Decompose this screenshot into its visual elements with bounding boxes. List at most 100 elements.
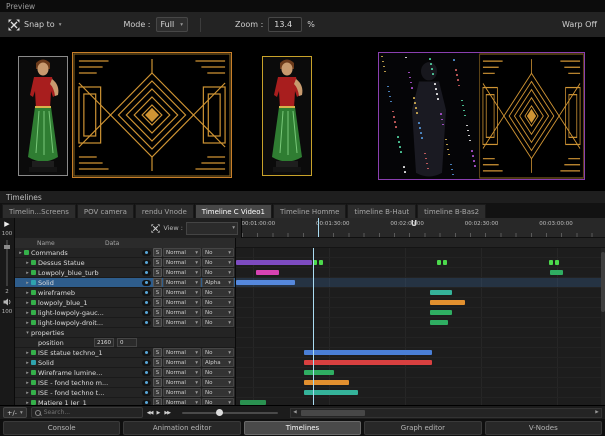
blend-mode-dropdown[interactable]: Normal▾: [163, 248, 201, 257]
timeline-tab-timeline-b-haut[interactable]: timeline B-Haut: [347, 204, 416, 218]
visibility-eye-icon[interactable]: [142, 270, 151, 276]
solo-button[interactable]: S: [153, 318, 162, 327]
matte-dropdown[interactable]: No▾: [202, 388, 234, 397]
scroll-left-icon[interactable]: ◀: [291, 410, 299, 415]
clip-bar[interactable]: [437, 260, 441, 265]
clip-bar[interactable]: [236, 260, 312, 265]
timeline-tab-timeline-b-bas2[interactable]: timeline B-Bas2: [417, 204, 486, 218]
visibility-eye-icon[interactable]: [142, 280, 151, 286]
track-lane-2[interactable]: [236, 268, 605, 278]
matte-dropdown[interactable]: No▾: [202, 268, 234, 277]
slider-knob[interactable]: [216, 409, 223, 416]
track-row-light-lowpoly-gauc[interactable]: ▸light-lowpoly-gauc...SNormal▾No▾: [15, 308, 235, 318]
expand-arrow-icon[interactable]: ▸: [24, 300, 31, 306]
track-row-lowpoly_blue_turb[interactable]: ▸Lowpoly_blue_turbSNormal▾No▾: [15, 268, 235, 278]
vertical-scrollbar-thumb[interactable]: [601, 252, 605, 312]
timeline-tab-pov-camera[interactable]: POV camera: [77, 204, 134, 218]
vertical-scrollbar[interactable]: [601, 248, 605, 405]
track-canvas[interactable]: [236, 248, 605, 405]
clip-bar[interactable]: [304, 370, 334, 375]
opacity-top-value[interactable]: 100: [2, 231, 13, 237]
expand-arrow-icon[interactable]: ▸: [17, 250, 24, 256]
tab-animation-editor[interactable]: Animation editor: [123, 421, 240, 435]
scrollbar-thumb[interactable]: [301, 410, 365, 416]
solo-button[interactable]: S: [153, 268, 162, 277]
track-lane-4[interactable]: [236, 288, 605, 298]
visibility-eye-icon[interactable]: [142, 370, 151, 376]
clip-bar[interactable]: [236, 280, 295, 285]
track-lane-5[interactable]: [236, 298, 605, 308]
playhead[interactable]: [318, 218, 319, 237]
matte-dropdown[interactable]: No▾: [202, 348, 234, 357]
solo-button[interactable]: S: [153, 398, 162, 405]
blend-mode-dropdown[interactable]: Normal▾: [163, 348, 201, 357]
tab-console[interactable]: Console: [3, 421, 120, 435]
matte-dropdown[interactable]: Alpha▾: [202, 278, 234, 287]
scrollbar-track[interactable]: [299, 410, 593, 416]
clip-bar[interactable]: [549, 260, 553, 265]
solo-button[interactable]: S: [153, 308, 162, 317]
speed-value[interactable]: 2: [5, 289, 9, 295]
track-lane-8[interactable]: [236, 328, 605, 338]
visibility-eye-icon[interactable]: [142, 360, 151, 366]
scroll-right-icon[interactable]: ▶: [593, 410, 601, 415]
matte-dropdown[interactable]: No▾: [202, 398, 234, 405]
expand-arrow-icon[interactable]: ▸: [24, 360, 31, 366]
blend-mode-dropdown[interactable]: Normal▾: [163, 268, 201, 277]
solo-button[interactable]: S: [153, 258, 162, 267]
clip-bar[interactable]: [550, 270, 563, 275]
tab-v-nodes[interactable]: V-Nodes: [485, 421, 602, 435]
timeline-tab-timeline-c-video1[interactable]: Timeline C Video1: [195, 204, 272, 218]
solo-button[interactable]: S: [153, 368, 162, 377]
track-row-dessus-statue[interactable]: ▸Dessus StatueSNormal▾No▾: [15, 258, 235, 268]
blend-mode-dropdown[interactable]: Normal▾: [163, 388, 201, 397]
track-lane-1[interactable]: [236, 258, 605, 268]
play-button[interactable]: ▶: [4, 221, 9, 228]
matte-dropdown[interactable]: No▾: [202, 308, 234, 317]
expand-arrow-icon[interactable]: ▸: [24, 270, 31, 276]
mode-dropdown[interactable]: Full ▾: [156, 17, 188, 32]
track-lane-0[interactable]: [236, 248, 605, 258]
play-transport-button[interactable]: ▶: [156, 410, 160, 416]
clip-bar[interactable]: [430, 310, 452, 315]
visibility-eye-icon[interactable]: [142, 260, 151, 266]
blend-mode-dropdown[interactable]: Normal▾: [163, 358, 201, 367]
visibility-eye-icon[interactable]: [142, 290, 151, 296]
visibility-eye-icon[interactable]: [142, 310, 151, 316]
track-row-wireframeb[interactable]: ▸wireframebSNormal▾No▾: [15, 288, 235, 298]
pan-arrows-icon[interactable]: [8, 19, 20, 31]
track-lane-7[interactable]: [236, 318, 605, 328]
tab-timelines[interactable]: Timelines: [244, 421, 361, 435]
track-lane-10[interactable]: [236, 348, 605, 358]
solo-button[interactable]: S: [153, 348, 162, 357]
preview-layer-statue-left[interactable]: [18, 56, 68, 176]
matte-dropdown[interactable]: No▾: [202, 258, 234, 267]
track-lane-6[interactable]: [236, 308, 605, 318]
solo-button[interactable]: S: [153, 288, 162, 297]
visibility-eye-icon[interactable]: [142, 300, 151, 306]
fit-view-icon[interactable]: [151, 224, 160, 233]
blend-mode-dropdown[interactable]: Normal▾: [163, 258, 201, 267]
blend-mode-dropdown[interactable]: Normal▾: [163, 308, 201, 317]
visibility-eye-icon[interactable]: [142, 350, 151, 356]
track-row-light-lowpoly-droit[interactable]: ▸light-lowpoly-droit...SNormal▾No▾: [15, 318, 235, 328]
visibility-eye-icon[interactable]: [142, 390, 151, 396]
expand-arrow-icon[interactable]: ▾: [24, 330, 31, 336]
vertical-slider[interactable]: [6, 240, 8, 286]
blend-mode-dropdown[interactable]: Normal▾: [163, 368, 201, 377]
clip-bar[interactable]: [304, 360, 431, 365]
search-input[interactable]: [44, 409, 124, 416]
track-row-solid[interactable]: ▸SolidSNormal▾Alpha▾: [15, 358, 235, 368]
expand-arrow-icon[interactable]: ▸: [24, 260, 31, 266]
track-row-position[interactable]: position21600: [15, 338, 235, 348]
view-dropdown[interactable]: ▾: [186, 222, 238, 235]
clip-bar[interactable]: [430, 320, 448, 325]
matte-dropdown[interactable]: No▾: [202, 368, 234, 377]
track-row-ise-fond-techno-m[interactable]: ▸ISE - fond techno m...SNormal▾No▾: [15, 378, 235, 388]
zoom-slider[interactable]: [182, 412, 278, 414]
preview-layer-composite[interactable]: [378, 52, 585, 180]
clip-bar[interactable]: [240, 400, 266, 405]
matte-dropdown[interactable]: Alpha▾: [202, 358, 234, 367]
clip-bar[interactable]: [256, 270, 279, 275]
clip-bar[interactable]: [430, 300, 465, 305]
